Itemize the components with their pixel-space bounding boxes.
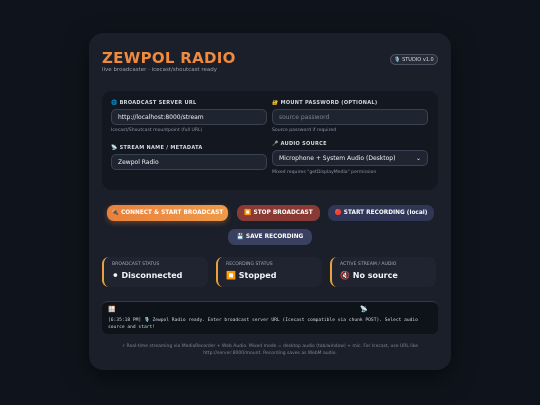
stream-name-label: 📡 STREAM NAME / METADATA (111, 145, 203, 151)
stop-broadcast-button[interactable]: ⏹️ STOP BROADCAST (237, 205, 320, 221)
window-icon: 🪟 (108, 306, 116, 313)
audio-source-label: 🎤 AUDIO SOURCE (272, 141, 327, 147)
broadcast-status-card: BROADCAST STATUS ⚫ Disconnected (102, 257, 208, 287)
active-stream-title: ACTIVE STREAM / AUDIO (340, 262, 397, 267)
connect-broadcast-button[interactable]: 🔌 CONNECT & START BROADCAST (107, 205, 228, 221)
active-stream-value: 🔇 No source (340, 271, 398, 280)
chevron-down-icon: ⌄ (415, 154, 421, 162)
audio-source-select[interactable]: Microphone + System Audio (Desktop) ⌄ (272, 150, 428, 166)
server-url-input[interactable] (111, 109, 267, 125)
recording-status-title: RECORDING STATUS (226, 262, 273, 267)
start-recording-button[interactable]: 🔴 START RECORDING (local) (328, 205, 434, 221)
mount-password-label: 🔐 MOUNT PASSWORD (OPTIONAL) (272, 100, 378, 106)
server-url-hint: Icecast/Shoutcast mountpoint (full URL) (111, 128, 203, 133)
audio-source-selected: Microphone + System Audio (Desktop) (279, 154, 396, 162)
audio-source-hint: Mixed requires "getDisplayMedia" permiss… (272, 170, 377, 175)
active-stream-card: ACTIVE STREAM / AUDIO 🔇 No source (330, 257, 436, 287)
broadcast-status-title: BROADCAST STATUS (112, 262, 160, 267)
app-tagline: live broadcaster · icecast/shoutcast rea… (102, 67, 217, 73)
satellite-icon: 📡 (360, 306, 368, 313)
app-title: ZEWPOL RADIO (102, 49, 236, 67)
recording-status-card: RECORDING STATUS ⏹️ Stopped (216, 257, 322, 287)
mount-password-input[interactable] (272, 109, 428, 125)
footer-note: ⚡ Real-time streaming via MediaRecorder … (121, 344, 419, 356)
server-url-label: 🌐 BROADCAST SERVER URL (111, 100, 197, 106)
version-badge: 🎙️ STUDIO v1.0 (390, 54, 438, 65)
mount-password-hint: Source password if required (272, 128, 337, 133)
save-recording-button[interactable]: 💾 SAVE RECORDING (228, 229, 312, 245)
recording-status-value: ⏹️ Stopped (226, 271, 277, 280)
stream-name-input[interactable] (111, 154, 267, 170)
log-line: [6:35:18 PM] 🎙️ Zewpol Radio ready. Ente… (108, 318, 418, 330)
broadcast-status-value: ⚫ Disconnected (112, 271, 183, 280)
log-console: 🪟 📡 [6:35:18 PM] 🎙️ Zewpol Radio ready. … (102, 301, 438, 334)
